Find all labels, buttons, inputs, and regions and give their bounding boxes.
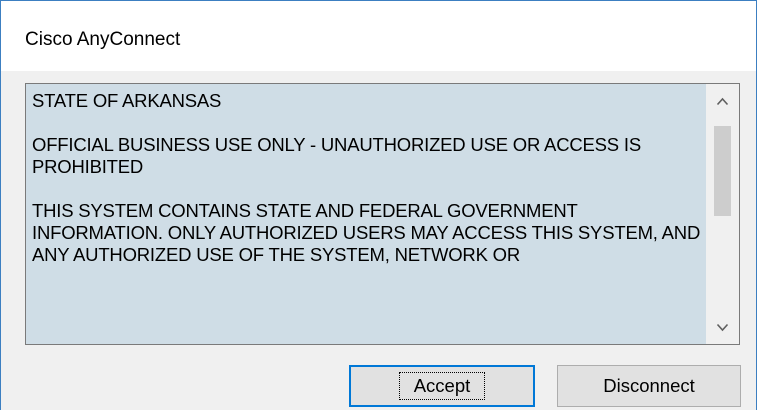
vertical-scrollbar[interactable] [706,84,739,344]
banner-paragraph: THIS SYSTEM CONTAINS STATE AND FEDERAL G… [32,200,701,265]
chevron-up-icon [716,97,729,105]
scroll-down-button[interactable] [706,310,739,344]
banner-text-content: STATE OF ARKANSAS OFFICIAL BUSINESS USE … [32,90,703,344]
banner-paragraph: STATE OF ARKANSAS [32,90,222,111]
scroll-up-button[interactable] [706,84,739,118]
dialog-window: Cisco AnyConnect STATE OF ARKANSAS OFFIC… [0,0,757,410]
chevron-down-icon [716,323,729,331]
accept-button[interactable]: Accept [349,365,535,407]
window-title: Cisco AnyConnect [25,29,181,50]
banner-text-box[interactable]: STATE OF ARKANSAS OFFICIAL BUSINESS USE … [25,83,740,345]
disconnect-button[interactable]: Disconnect [557,365,741,407]
banner-paragraph: OFFICIAL BUSINESS USE ONLY - UNAUTHORIZE… [32,134,641,177]
disconnect-button-label: Disconnect [603,375,695,396]
title-bar[interactable]: Cisco AnyConnect [1,1,756,71]
accept-button-label: Accept [398,372,486,400]
scrollbar-thumb[interactable] [714,126,731,216]
